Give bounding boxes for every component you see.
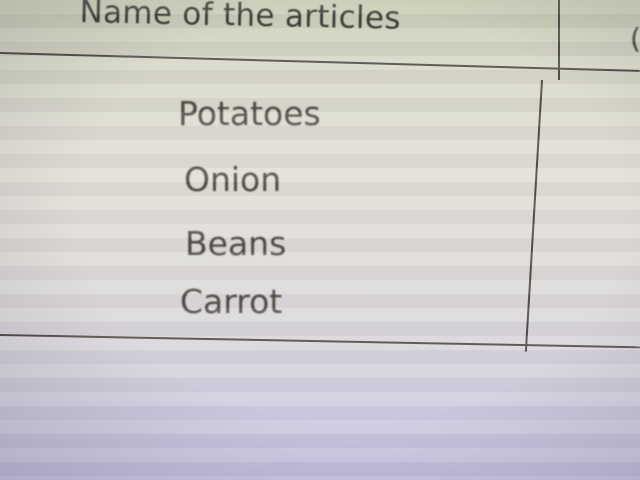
column-header-name-of-articles: Name of the articles [79, 0, 402, 37]
table-row-potatoes: Potatoes [178, 94, 321, 133]
table-bottom-rule [0, 334, 640, 349]
table-row-beans: Beans [185, 224, 287, 263]
column-divider-body [524, 80, 543, 352]
table-row-onion: Onion [184, 160, 282, 199]
table-row-carrot: Carrot [180, 282, 283, 321]
header-bottom-rule [0, 52, 640, 72]
column-divider-header [558, 0, 560, 80]
articles-table: Name of the articles ( Potatoes Onion Be… [0, 0, 640, 352]
column-header-next-partial: ( [630, 22, 640, 55]
